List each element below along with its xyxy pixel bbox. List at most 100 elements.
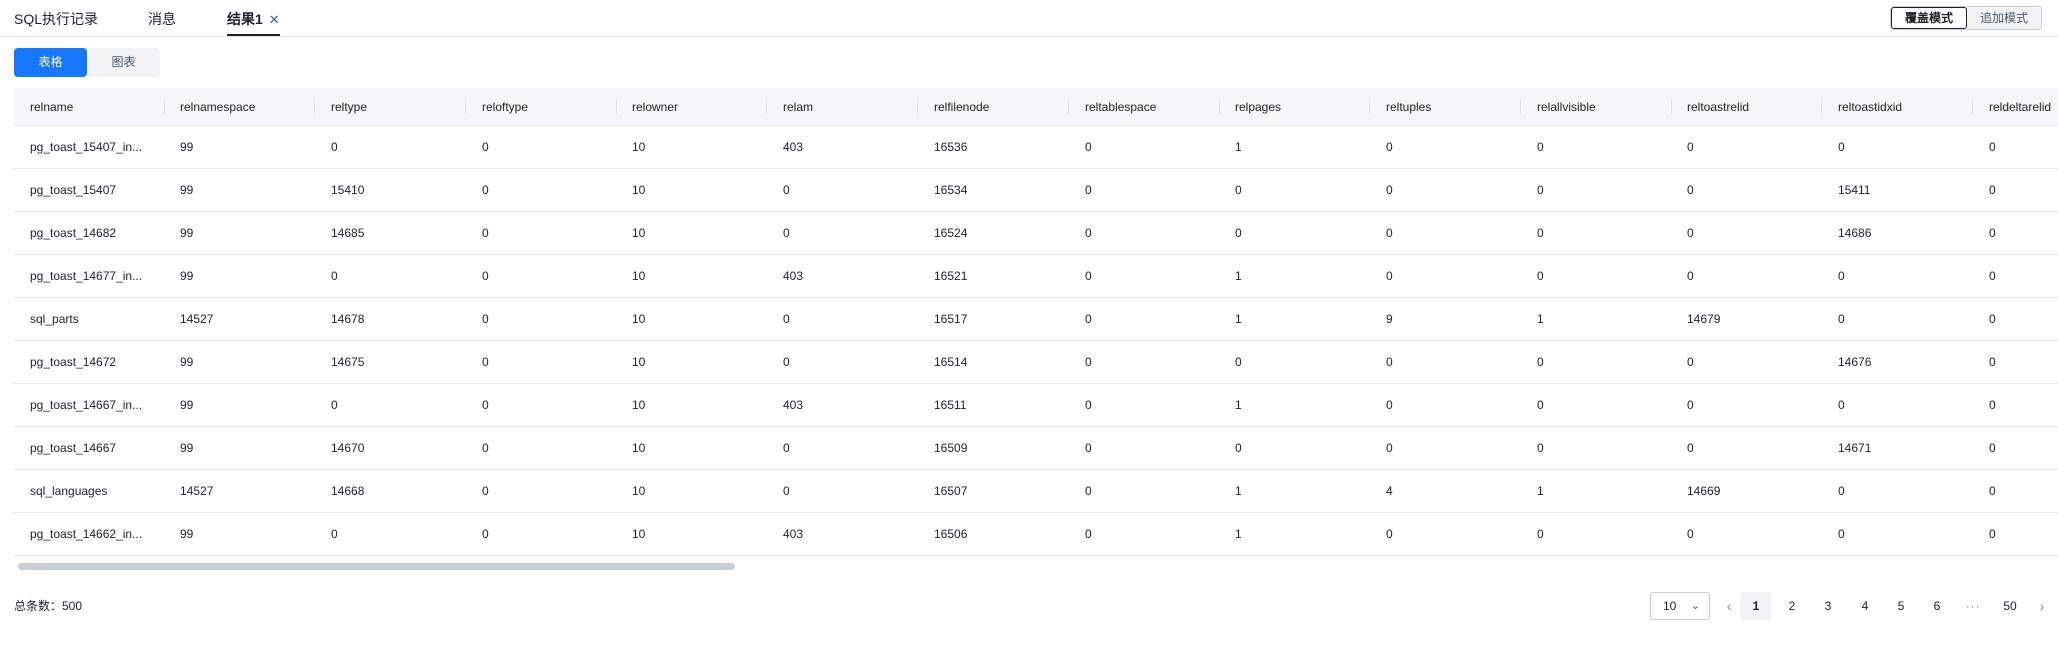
table-cell[interactable]: 0 (767, 427, 918, 469)
column-header-relpages[interactable]: relpages (1219, 88, 1370, 126)
table-cell[interactable]: 16514 (918, 341, 1069, 383)
table-cell[interactable]: pg_toast_14682 (14, 212, 165, 254)
table-cell[interactable]: 0 (1370, 341, 1521, 383)
table-cell[interactable]: 0 (1671, 212, 1822, 254)
tab-result-1[interactable]: 结果1 ✕ (227, 9, 280, 36)
table-cell[interactable]: 0 (1069, 298, 1220, 340)
prev-page-button[interactable]: ‹ (1714, 592, 1744, 620)
table-cell[interactable]: 10 (616, 255, 767, 297)
table-cell[interactable]: 0 (1370, 169, 1521, 211)
table-cell[interactable]: 0 (1069, 255, 1220, 297)
append-mode-button[interactable]: 追加模式 (1967, 7, 2042, 29)
table-view-button[interactable]: 表格 (14, 48, 87, 77)
page-button-6[interactable]: 6 (1922, 592, 1952, 620)
table-cell[interactable]: 0 (1069, 470, 1220, 512)
table-cell[interactable]: 0 (1973, 513, 2058, 555)
table-cell[interactable]: 0 (1671, 513, 1822, 555)
table-cell[interactable]: pg_toast_14667_in... (14, 384, 165, 426)
column-header-relfilenode[interactable]: relfilenode (918, 88, 1069, 126)
table-cell[interactable]: 0 (1521, 169, 1672, 211)
table-cell[interactable]: 1 (1219, 298, 1370, 340)
page-button-4[interactable]: 4 (1850, 592, 1880, 620)
table-cell[interactable]: 0 (1671, 427, 1822, 469)
table-cell[interactable]: 0 (1370, 126, 1521, 168)
table-cell[interactable]: pg_toast_14672 (14, 341, 165, 383)
table-cell[interactable]: 0 (466, 255, 617, 297)
table-cell[interactable]: 14676 (1822, 341, 1973, 383)
table-cell[interactable]: 0 (1822, 513, 1973, 555)
table-cell[interactable]: 0 (1822, 384, 1973, 426)
close-icon[interactable]: ✕ (269, 10, 280, 30)
column-header-relnamespace[interactable]: relnamespace (164, 88, 315, 126)
table-cell[interactable]: 16506 (918, 513, 1069, 555)
table-cell[interactable]: 0 (1370, 212, 1521, 254)
table-row[interactable]: pg_toast_15407 99 15410 0 10 0 16534 0 0 0 0 0 15411… (14, 169, 2058, 212)
table-cell[interactable]: 0 (315, 384, 466, 426)
table-cell[interactable]: pg_toast_15407_in... (14, 126, 165, 168)
table-cell[interactable]: 1 (1219, 513, 1370, 555)
table-cell[interactable]: 0 (315, 126, 466, 168)
table-cell[interactable]: 15410 (315, 169, 466, 211)
table-cell[interactable]: 15411 (1822, 169, 1973, 211)
page-button-3[interactable]: 3 (1813, 592, 1843, 620)
page-button-50[interactable]: 50 (1995, 592, 2025, 620)
table-cell[interactable]: 99 (164, 126, 315, 168)
table-cell[interactable]: 0 (1671, 126, 1822, 168)
table-cell[interactable]: 0 (1370, 513, 1521, 555)
table-row[interactable]: sql_parts 14527 14678 0 10 0 16517 0 1 9 1 14679 0 0 (14, 298, 2058, 341)
column-header-relallvisible[interactable]: relallvisible (1521, 88, 1672, 126)
table-cell[interactable]: 0 (315, 513, 466, 555)
table-cell[interactable]: 14686 (1822, 212, 1973, 254)
table-cell[interactable]: sql_parts (14, 298, 165, 340)
table-cell[interactable]: 0 (1671, 255, 1822, 297)
table-cell[interactable]: 14668 (315, 470, 466, 512)
table-cell[interactable]: 14678 (315, 298, 466, 340)
table-cell[interactable]: 0 (1822, 255, 1973, 297)
table-cell[interactable]: 99 (164, 341, 315, 383)
table-cell[interactable]: 14670 (315, 427, 466, 469)
table-cell[interactable]: 0 (466, 169, 617, 211)
table-row[interactable]: pg_toast_14662_in... 99 0 0 10 403 16506 0 1 0 0 0 0… (14, 513, 2058, 556)
table-cell[interactable]: 0 (1973, 470, 2058, 512)
table-cell[interactable]: 10 (616, 212, 767, 254)
table-cell[interactable]: pg_toast_14677_in... (14, 255, 165, 297)
table-cell[interactable]: 0 (1973, 341, 2058, 383)
table-cell[interactable]: 0 (1521, 384, 1672, 426)
table-cell[interactable]: 1 (1219, 470, 1370, 512)
column-header-relowner[interactable]: relowner (616, 88, 767, 126)
table-cell[interactable]: 1 (1219, 255, 1370, 297)
table-cell[interactable]: 99 (164, 255, 315, 297)
table-cell[interactable]: 0 (1521, 212, 1672, 254)
table-cell[interactable]: 99 (164, 384, 315, 426)
table-cell[interactable]: 0 (1973, 169, 2058, 211)
table-cell[interactable]: 0 (1973, 255, 2058, 297)
table-cell[interactable]: pg_toast_15407 (14, 169, 165, 211)
table-cell[interactable]: 0 (466, 513, 617, 555)
table-cell[interactable]: 16521 (918, 255, 1069, 297)
table-cell[interactable]: 0 (1219, 169, 1370, 211)
table-cell[interactable]: 16509 (918, 427, 1069, 469)
column-header-reltype[interactable]: reltype (315, 88, 466, 126)
table-cell[interactable]: 10 (616, 427, 767, 469)
column-header-relam[interactable]: relam (767, 88, 918, 126)
table-cell[interactable]: 0 (1069, 169, 1220, 211)
page-ellipsis[interactable]: ··· (1958, 592, 1988, 620)
table-cell[interactable]: 0 (1521, 427, 1672, 469)
table-cell[interactable]: 0 (1521, 513, 1672, 555)
table-cell[interactable]: 0 (1069, 341, 1220, 383)
table-cell[interactable]: 1 (1219, 384, 1370, 426)
table-cell[interactable]: 99 (164, 169, 315, 211)
table-cell[interactable]: 0 (767, 298, 918, 340)
table-cell[interactable]: 10 (616, 470, 767, 512)
table-row[interactable]: pg_toast_14682 99 14685 0 10 0 16524 0 0 0 0 0 14686… (14, 212, 2058, 255)
table-cell[interactable]: 14679 (1671, 298, 1822, 340)
table-cell[interactable]: 14527 (164, 470, 315, 512)
table-cell[interactable]: 10 (616, 126, 767, 168)
table-row[interactable]: pg_toast_14677_in... 99 0 0 10 403 16521 0 1 0 0 0 0… (14, 255, 2058, 298)
table-cell[interactable]: 4 (1370, 470, 1521, 512)
table-cell[interactable]: 0 (1219, 341, 1370, 383)
table-cell[interactable]: 14671 (1822, 427, 1973, 469)
table-cell[interactable]: 0 (315, 255, 466, 297)
overwrite-mode-button[interactable]: 覆盖模式 (1891, 7, 1968, 29)
table-cell[interactable]: 0 (466, 427, 617, 469)
